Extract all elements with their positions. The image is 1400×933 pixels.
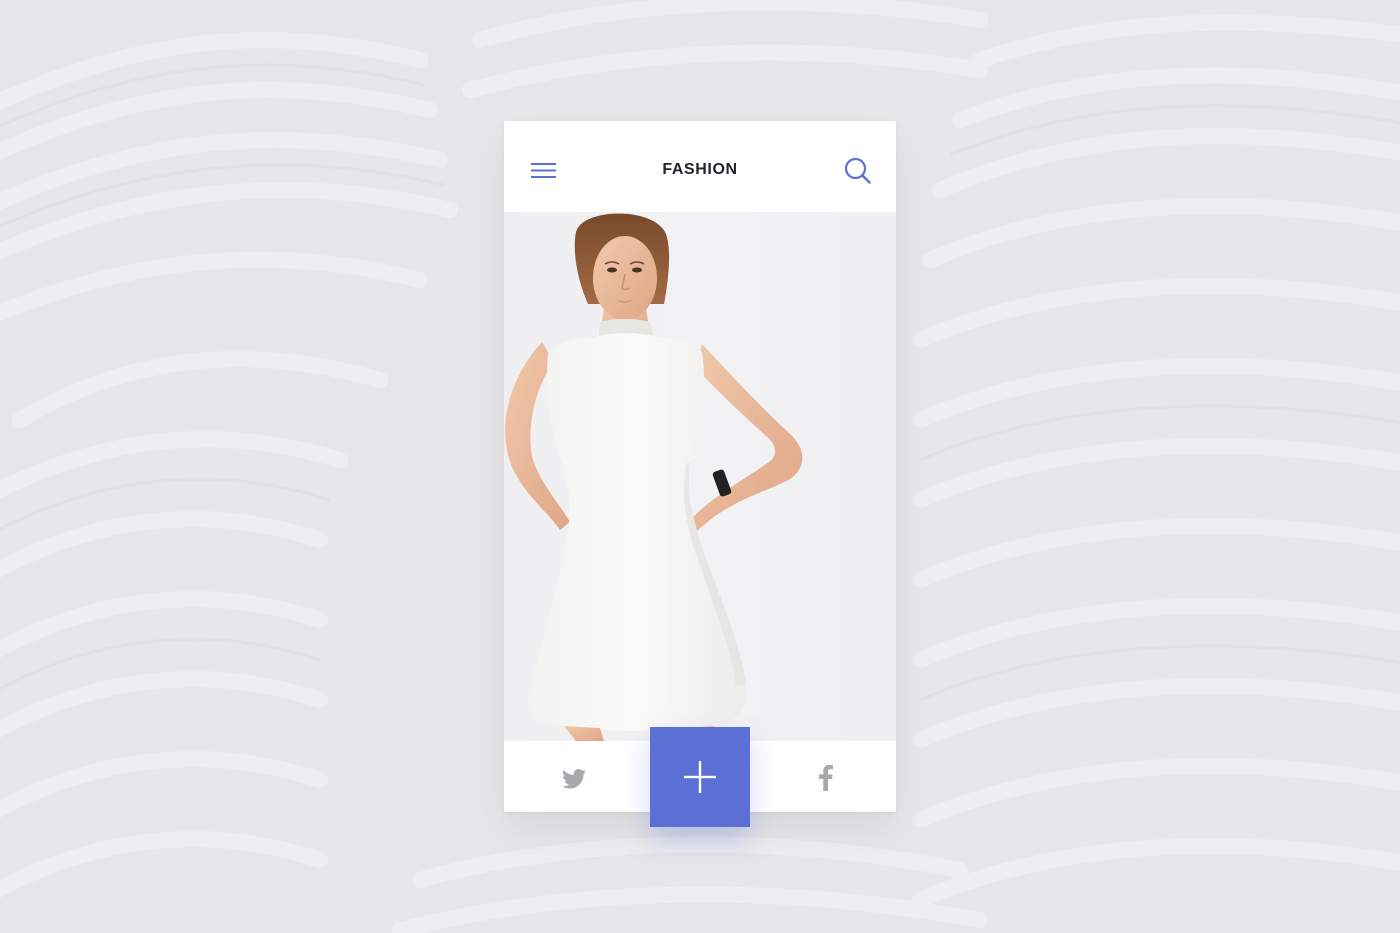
phone-card: FASHION [504, 121, 896, 812]
search-icon[interactable] [844, 157, 871, 184]
app-header: FASHION [504, 121, 896, 212]
add-button[interactable] [650, 727, 750, 827]
page-title: FASHION [662, 161, 738, 178]
hero-image [504, 212, 896, 741]
plus-icon [684, 761, 716, 793]
model-white-dress-illustration [505, 213, 803, 741]
twitter-icon[interactable] [562, 769, 586, 789]
hamburger-menu-icon[interactable] [531, 162, 556, 179]
facebook-icon[interactable] [819, 765, 833, 791]
